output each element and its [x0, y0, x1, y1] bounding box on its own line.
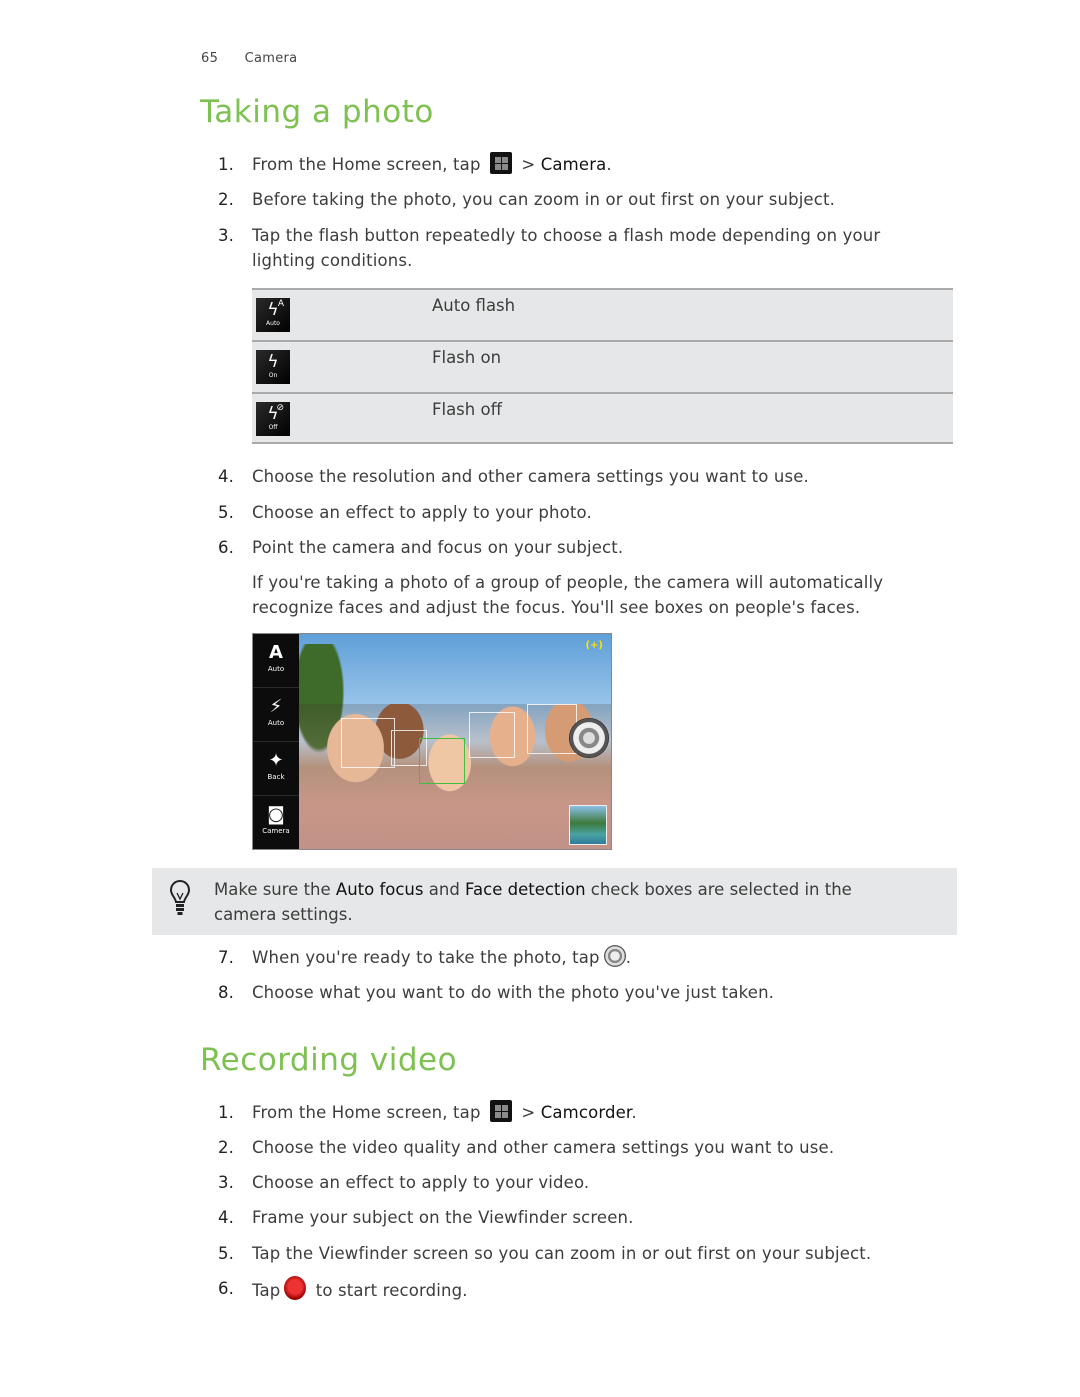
shutter-icon [569, 718, 609, 758]
camcorder-app-name: Camcorder [540, 1103, 632, 1122]
record-icon [284, 1276, 307, 1300]
flash-mode-row: ϟ On Flash on [252, 340, 953, 392]
flash-auto-icon: ϟA Auto [256, 298, 290, 332]
flash-mode-row: ϟ ⊘ Off Flash off [252, 392, 953, 444]
status-indicator-icon: (+) [585, 640, 603, 651]
scene-auto-button: A Auto [253, 634, 299, 688]
camera-app-name: Camera [540, 155, 607, 174]
viewfinder-screenshot: A Auto ⚡ Auto ✦ Back ◙ Camera (+) [252, 633, 612, 850]
flash-mode-label: Flash on [432, 348, 502, 367]
flash-on-icon: ϟ On [256, 350, 290, 384]
section-title-recording-video: Recording video [200, 1042, 458, 1078]
switch-camera-button: ◙ Camera [262, 804, 290, 835]
tip-box: Make sure the Auto focus and Face detect… [152, 868, 957, 935]
section-title-taking-photo: Taking a photo [200, 94, 434, 130]
face-box [469, 712, 515, 758]
face-box-focused [419, 738, 465, 784]
camera-side-bar: A Auto ⚡ Auto ✦ Back ◙ Camera [253, 634, 299, 849]
last-photo-thumbnail [569, 805, 607, 845]
flash-mode-label: Auto flash [432, 296, 516, 315]
face-box [527, 704, 577, 754]
lightbulb-icon [169, 879, 191, 915]
all-apps-icon [489, 1100, 512, 1122]
shutter-icon [603, 945, 626, 967]
all-apps-icon [489, 152, 512, 174]
tip-text: Make sure the Auto focus and Face detect… [214, 880, 852, 924]
flash-mode-label: Flash off [432, 400, 502, 419]
face-box [341, 718, 395, 768]
section-name: Camera [244, 51, 298, 66]
page-number: 65 [201, 51, 219, 66]
flash-mode-row: ϟA Auto Auto flash [252, 288, 953, 340]
flash-off-icon: ϟ ⊘ Off [256, 402, 290, 436]
running-header: 65 Camera [201, 51, 297, 66]
flash-button: ⚡ Auto [253, 688, 299, 742]
back-button: ✦ Back [253, 742, 299, 796]
flash-mode-table: ϟA Auto Auto flash ϟ On Flash on ϟ ⊘ Off … [252, 288, 953, 444]
